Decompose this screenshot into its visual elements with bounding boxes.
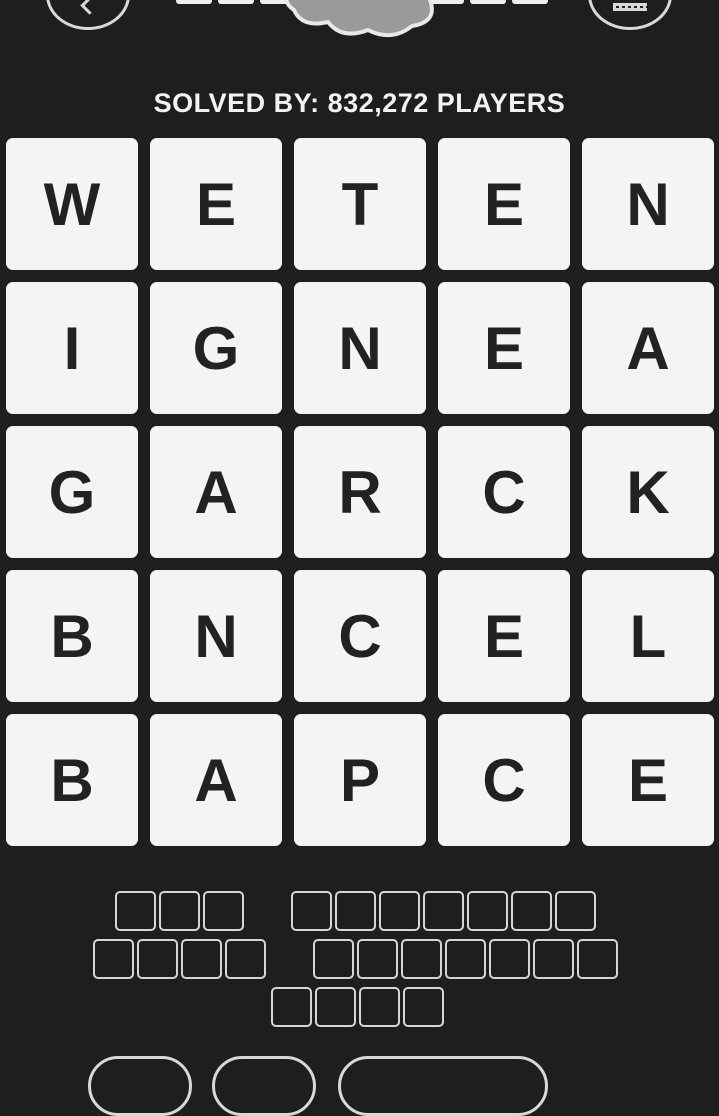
letter-slot [313,939,354,979]
letter-slot [159,891,200,931]
letter-tile[interactable]: R [294,426,426,558]
letter-slot [379,891,420,931]
top-slot [176,0,212,4]
letter-slot [401,939,442,979]
keyboard-icon [613,3,647,11]
letter-tile[interactable]: E [150,138,282,270]
letter-tile[interactable]: A [150,714,282,846]
top-slot [470,0,506,4]
answer-word [313,939,618,979]
letter-tile[interactable]: N [294,282,426,414]
letter-tile[interactable]: B [6,714,138,846]
solved-by-counter: SOLVED BY: 832,272 PLAYERS [153,88,566,118]
top-slot [218,0,254,4]
letter-slot [93,939,134,979]
action-button[interactable] [338,1056,548,1116]
letter-slot [357,939,398,979]
letter-tile[interactable]: C [438,426,570,558]
shuffle-button[interactable] [88,1056,192,1116]
letter-slot [445,939,486,979]
letter-slot [335,891,376,931]
letter-slot [315,987,356,1027]
letter-tile[interactable]: L [582,570,714,702]
letter-tile[interactable]: C [294,570,426,702]
answer-row-2 [93,939,618,979]
letter-slot [359,987,400,1027]
cloud-icon [284,0,434,38]
letter-slot [203,891,244,931]
letter-slot [489,939,530,979]
letter-slot [403,987,444,1027]
letter-tile[interactable]: B [6,570,138,702]
answer-word [115,891,244,931]
answer-word [291,891,596,931]
letter-tile[interactable]: W [6,138,138,270]
letter-tile[interactable]: P [294,714,426,846]
letter-slot [115,891,156,931]
letter-grid: WETENIGNEAGARCKBNCELBAPCE [6,138,714,846]
letter-slot [271,987,312,1027]
letter-tile[interactable]: K [582,426,714,558]
letter-slot [577,939,618,979]
letter-slot [225,939,266,979]
back-button[interactable] [46,0,130,30]
letter-tile[interactable]: G [6,426,138,558]
letter-tile[interactable]: N [582,138,714,270]
letter-tile[interactable]: T [294,138,426,270]
answer-word [93,939,266,979]
letter-slot [533,939,574,979]
letter-tile[interactable]: E [438,282,570,414]
letter-tile[interactable]: E [582,714,714,846]
answer-row-3 [271,987,444,1027]
letter-slot [511,891,552,931]
letter-tile[interactable]: A [150,426,282,558]
top-slot [512,0,548,4]
letter-tile[interactable]: A [582,282,714,414]
letter-tile[interactable]: C [438,714,570,846]
letter-slot [181,939,222,979]
letter-slot [291,891,332,931]
letter-tile[interactable]: G [150,282,282,414]
letter-tile[interactable]: E [438,570,570,702]
letter-slot [137,939,178,979]
chevron-left-icon [80,0,99,15]
answer-word [271,987,444,1027]
letter-tile[interactable]: E [438,138,570,270]
letter-tile[interactable]: N [150,570,282,702]
letter-tile[interactable]: I [6,282,138,414]
letter-slot [423,891,464,931]
answer-row-1 [115,891,596,931]
hint-button[interactable] [212,1056,316,1116]
letter-slot [467,891,508,931]
keyboard-button[interactable] [588,0,672,30]
letter-slot [555,891,596,931]
